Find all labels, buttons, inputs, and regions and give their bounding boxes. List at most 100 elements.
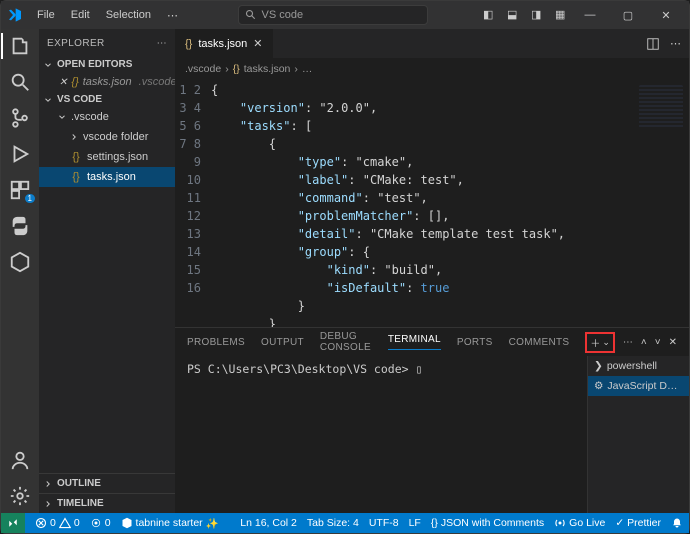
cursor-box: ▯ (415, 362, 422, 376)
window-close[interactable]: ✕ (649, 9, 683, 22)
tree-file-tasks[interactable]: {} tasks.json (39, 167, 175, 187)
panel-more-icon[interactable]: ⋯ (623, 337, 633, 348)
panel-tab-terminal[interactable]: TERMINAL (388, 334, 441, 350)
panel-chevron-icon[interactable]: ˅ (655, 337, 661, 348)
menu-selection[interactable]: Selection (100, 9, 157, 21)
explorer-more-icon[interactable]: ⋯ (157, 38, 167, 49)
shell-icon: ❯ (594, 360, 603, 372)
activity-search-icon[interactable] (9, 71, 31, 93)
activity-source-control-icon[interactable] (9, 107, 31, 129)
chevron-down-icon (57, 112, 67, 122)
open-editor-item[interactable]: ✕ {} tasks.json .vscode (39, 72, 175, 92)
remote-indicator[interactable] (1, 513, 25, 533)
status-encoding[interactable]: UTF-8 (369, 517, 399, 529)
toggle-panel-icon[interactable]: ⬓ (507, 8, 521, 22)
terminal-output[interactable]: PS C:\Users\PC3\Desktop\VS code> ▯ (175, 356, 587, 513)
chevron-right-icon (43, 479, 53, 489)
editor-tab-bar: {} tasks.json ✕ ⋯ (175, 29, 689, 59)
outline-section[interactable]: OUTLINE (39, 473, 175, 493)
status-notifications[interactable] (671, 517, 683, 529)
editor-group: {} tasks.json ✕ ⋯ .vscode › {} tasks.jso… (175, 29, 689, 513)
status-go-live[interactable]: Go Live (554, 517, 605, 529)
code-editor[interactable]: 1 2 3 4 5 6 7 8 9 10 11 12 13 14 15 16 {… (175, 79, 689, 327)
toggle-primary-sidebar-icon[interactable]: ◧ (483, 8, 497, 22)
status-tab-size[interactable]: Tab Size: 4 (307, 517, 359, 529)
title-bar: File Edit Selection ⋯ VS code ◧ ⬓ ◨ ▦ — … (1, 1, 689, 29)
panel-tab-problems[interactable]: PROBLEMS (187, 337, 245, 348)
chevron-right-icon: › (225, 63, 229, 75)
activity-extensions-icon[interactable]: 1 (9, 179, 31, 201)
line-gutter: 1 2 3 4 5 6 7 8 9 10 11 12 13 14 15 16 (175, 79, 211, 327)
activity-bar: 1 (1, 29, 39, 513)
json-file-icon: {} (233, 63, 240, 75)
editor-tab-tasks[interactable]: {} tasks.json ✕ (175, 29, 274, 58)
editor-more-icon[interactable]: ⋯ (670, 37, 681, 50)
close-icon[interactable]: ✕ (253, 37, 262, 50)
code-content[interactable]: { "version": "2.0.0", "tasks": [ { "type… (211, 79, 689, 327)
chevron-right-icon (43, 499, 53, 509)
broadcast-icon (554, 517, 566, 529)
activity-tabnine-icon[interactable] (9, 251, 31, 273)
json-file-icon: {} (431, 517, 438, 529)
status-ports[interactable]: 0 (90, 517, 111, 529)
search-placeholder: VS code (261, 9, 303, 21)
window-minimize[interactable]: — (573, 9, 607, 21)
menu-overflow[interactable]: ⋯ (161, 9, 184, 22)
panel-tab-comments[interactable]: COMMENTS (509, 337, 570, 348)
panel-tab-output[interactable]: OUTPUT (261, 337, 304, 348)
breadcrumb[interactable]: .vscode › {} tasks.json › … (175, 59, 689, 79)
new-terminal-icon[interactable]: ＋ (590, 335, 600, 350)
activity-settings-icon[interactable] (9, 485, 31, 507)
tree-file-settings[interactable]: {} settings.json (39, 147, 175, 167)
debug-icon: ⚙ (594, 380, 603, 392)
explorer-title: EXPLORER (47, 38, 105, 49)
terminal-list: ❯ powershell ⚙ JavaScript D… (587, 356, 689, 513)
menu-edit[interactable]: Edit (65, 9, 96, 21)
tabnine-icon (121, 517, 133, 529)
check-icon: ✓ (615, 517, 624, 529)
terminal-entry-jsdebug[interactable]: ⚙ JavaScript D… (588, 376, 689, 396)
extensions-badge: 1 (25, 194, 35, 203)
command-center-search[interactable]: VS code (238, 5, 428, 25)
panel-tab-ports[interactable]: PORTS (457, 337, 493, 348)
panel-tab-bar: PROBLEMS OUTPUT DEBUG CONSOLE TERMINAL P… (175, 328, 689, 356)
timeline-section[interactable]: TIMELINE (39, 493, 175, 513)
close-icon[interactable]: ✕ (59, 77, 67, 88)
bottom-panel: PROBLEMS OUTPUT DEBUG CONSOLE TERMINAL P… (175, 327, 689, 513)
panel-close-icon[interactable]: ✕ (669, 337, 677, 348)
workspace-section[interactable]: VS CODE (39, 92, 175, 107)
chevron-down-icon (43, 60, 53, 70)
remote-icon (7, 517, 19, 529)
activity-explorer-icon[interactable] (9, 35, 31, 57)
tree-folder[interactable]: vscode folder (39, 127, 175, 147)
activity-accounts-icon[interactable] (9, 449, 31, 471)
split-editor-icon[interactable] (646, 37, 660, 51)
status-prettier[interactable]: ✓ Prettier (615, 517, 661, 529)
radio-icon (90, 517, 102, 529)
status-cursor-position[interactable]: Ln 16, Col 2 (240, 517, 297, 529)
menu-file[interactable]: File (31, 9, 61, 21)
explorer-sidebar: EXPLORER ⋯ OPEN EDITORS ✕ {} tasks.json … (39, 29, 175, 513)
sparkle-icon: ✨ (206, 517, 219, 530)
json-file-icon: {} (69, 171, 83, 183)
activity-python-icon[interactable] (9, 215, 31, 237)
panel-maximize-icon[interactable]: ˄ (641, 337, 647, 348)
minimap[interactable] (639, 85, 683, 129)
layout-controls: ◧ ⬓ ◨ ▦ (483, 8, 569, 22)
open-editors-section[interactable]: OPEN EDITORS (39, 57, 175, 72)
panel-tab-debug-console[interactable]: DEBUG CONSOLE (320, 331, 372, 353)
status-language-mode[interactable]: {} JSON with Comments (431, 517, 544, 529)
status-problems[interactable]: 0 0 (35, 517, 80, 529)
status-tabnine[interactable]: tabnine starter ✨ (121, 517, 219, 530)
chevron-right-icon: › (294, 63, 298, 75)
terminal-entry-powershell[interactable]: ❯ powershell (588, 356, 689, 376)
status-eol[interactable]: LF (409, 517, 421, 529)
chevron-right-icon (69, 132, 79, 142)
activity-run-debug-icon[interactable] (9, 143, 31, 165)
window-maximize[interactable]: ▢ (611, 9, 645, 22)
terminal-profile-chevron-icon[interactable]: ⌄ (602, 337, 610, 348)
new-terminal-highlight: ＋ ⌄ (585, 332, 615, 353)
customize-layout-icon[interactable]: ▦ (555, 8, 569, 22)
tree-folder[interactable]: .vscode (39, 107, 175, 127)
toggle-secondary-sidebar-icon[interactable]: ◨ (531, 8, 545, 22)
